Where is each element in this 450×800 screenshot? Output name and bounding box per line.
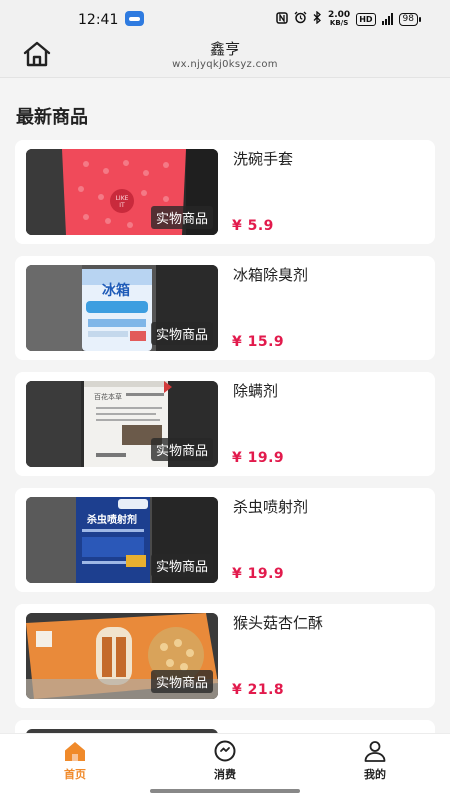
speed-value: 2.00: [327, 10, 351, 20]
product-card[interactable]: LIKE IT 实物商品 洗碗手套 ¥ 5.9: [15, 140, 435, 244]
battery-icon: 98: [398, 12, 422, 26]
tab-consume[interactable]: 消费: [195, 740, 255, 784]
product-badge: 实物商品: [150, 322, 213, 345]
product-name: 猴头菇杏仁酥: [233, 614, 324, 632]
bluetooth-icon: [313, 10, 322, 27]
svg-text:IT: IT: [119, 202, 125, 209]
section-title: 最新商品: [16, 107, 88, 128]
product-card[interactable]: 实物商品 猴头菇杏仁酥 ¥ 21.8: [15, 604, 435, 708]
product-name: 杀虫喷射剂: [233, 498, 309, 516]
product-image: 冰箱 实物商品: [26, 265, 218, 351]
product-price: ¥ 19.9: [232, 450, 285, 466]
tab-label: 我的: [364, 768, 386, 781]
product-name: 洗碗手套: [233, 150, 294, 168]
speed-unit: KB/S: [329, 19, 349, 27]
home-indicator[interactable]: [150, 789, 300, 793]
status-time: 12:41: [78, 12, 119, 28]
status-icons: 2.00 KB/S HD 98: [276, 10, 422, 28]
tab-label: 首页: [64, 768, 86, 781]
product-card[interactable]: 百花本草 实物商品 除螨剂 ¥ 19.9: [15, 372, 435, 476]
product-image: 实物商品: [26, 613, 218, 699]
product-price: ¥ 19.9: [232, 566, 285, 582]
page-title: 鑫亨: [209, 40, 240, 58]
product-badge: 实物商品: [150, 670, 213, 693]
svg-text:LIKE: LIKE: [116, 195, 129, 202]
svg-text:百花本草: 百花本草: [94, 392, 122, 401]
hd-badge: HD: [356, 12, 376, 26]
status-bar: 12:41 2.00 KB/S HD 98: [0, 0, 450, 36]
home-icon: [65, 742, 85, 761]
product-card[interactable]: [15, 720, 435, 733]
product-price: ¥ 21.8: [232, 682, 285, 698]
product-card[interactable]: 杀虫喷射剂 实物商品 杀虫喷射剂 ¥ 19.9: [15, 488, 435, 592]
product-badge: 实物商品: [150, 438, 213, 461]
main-content[interactable]: 最新商品 LIKE IT 实物商品 洗碗手套 ¥ 5.9 冰箱 实物商品 冰箱除…: [0, 79, 450, 733]
product-name: 除螨剂: [233, 382, 279, 400]
tab-mine[interactable]: 我的: [345, 740, 405, 784]
tab-label: 消费: [214, 768, 236, 781]
product-image: LIKE IT 实物商品: [26, 149, 218, 235]
tab-home[interactable]: 首页: [45, 740, 105, 784]
product-image: 杀虫喷射剂 实物商品: [26, 497, 218, 583]
nfc-icon: [276, 11, 288, 27]
page-url: wx.njyqkj0ksyz.com: [172, 59, 278, 70]
app-header: 鑫亨 wx.njyqkj0ksyz.com: [0, 36, 450, 78]
product-price: ¥ 15.9: [232, 334, 285, 350]
alarm-icon: [294, 11, 307, 27]
speed-indicator: 2.00 KB/S: [327, 10, 351, 28]
user-icon: [364, 741, 386, 762]
product-badge: 实物商品: [150, 554, 213, 577]
consume-icon: [214, 740, 236, 762]
svg-text:冰箱: 冰箱: [102, 282, 130, 299]
product-price: ¥ 5.9: [232, 218, 274, 234]
svg-text:杀虫喷射剂: 杀虫喷射剂: [87, 513, 137, 526]
product-badge: 实物商品: [150, 206, 213, 229]
signal-icon: [381, 13, 393, 25]
product-card[interactable]: 冰箱 实物商品 冰箱除臭剂 ¥ 15.9: [15, 256, 435, 360]
app-notification-icon: [125, 11, 144, 26]
product-image: 百花本草 实物商品: [26, 381, 218, 467]
product-name: 冰箱除臭剂: [233, 266, 309, 284]
